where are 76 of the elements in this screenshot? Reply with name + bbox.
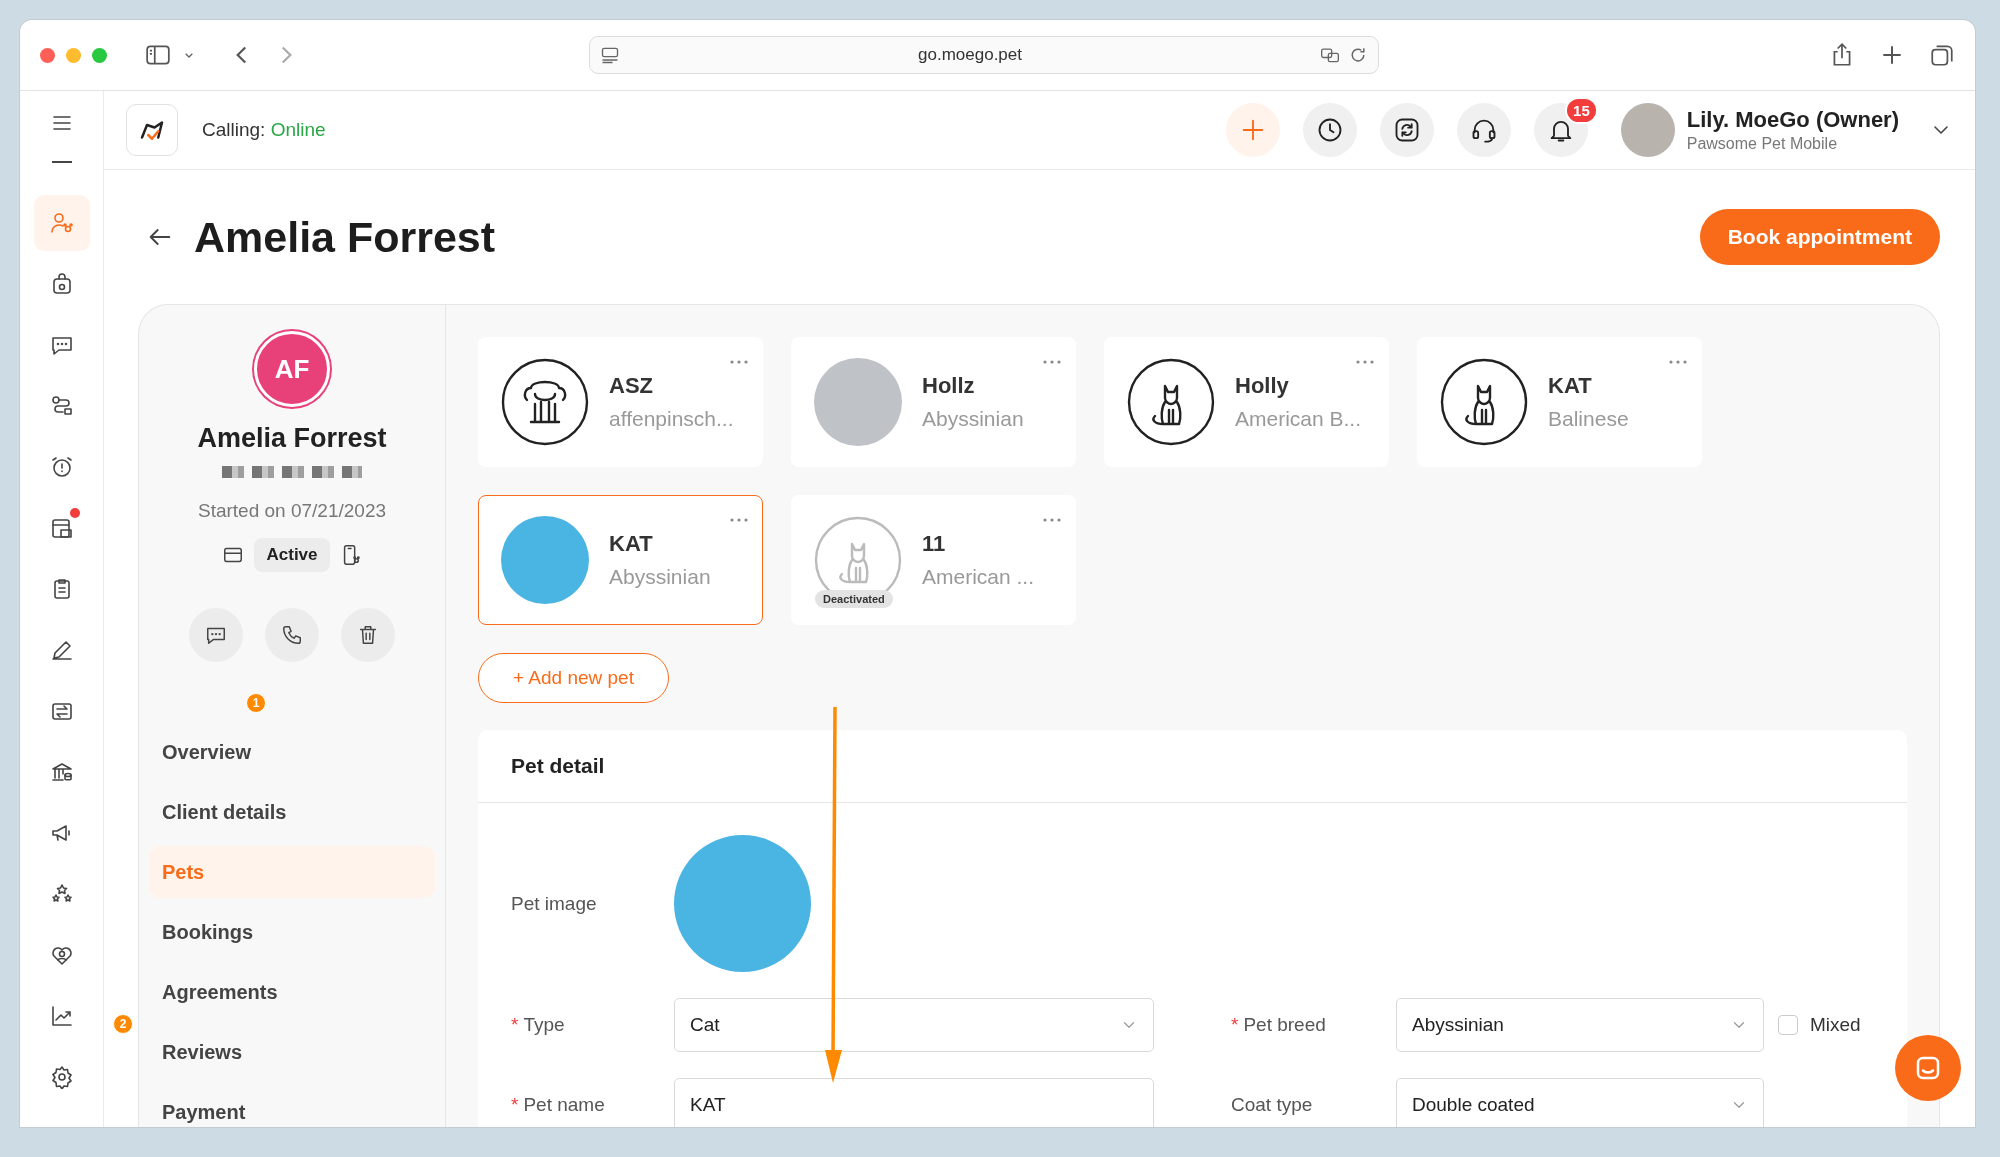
panel-title: Pet detail (478, 730, 1907, 803)
checkbox[interactable] (1778, 1015, 1798, 1035)
more-icon[interactable] (730, 360, 748, 364)
more-icon[interactable] (1356, 360, 1374, 364)
start-date: Started on 07/21/2023 (197, 500, 386, 522)
pet-breed: American B... (1235, 407, 1362, 431)
field-label: * Pet breed (1231, 1014, 1327, 1036)
nav-item[interactable]: Overview (149, 726, 435, 778)
settings-icon (49, 1065, 74, 1089)
select-field[interactable]: Abyssinian (1396, 998, 1764, 1052)
close-button[interactable] (40, 47, 55, 63)
client-icon (49, 211, 74, 235)
page-icon (600, 45, 620, 65)
pet-name: Hollz (922, 373, 976, 399)
status-badge: Deactivated (815, 590, 893, 608)
dog-icon (501, 358, 589, 446)
notification-count: 15 (1565, 97, 1598, 124)
pet-name: 11 (922, 531, 947, 557)
store-icon (49, 516, 74, 540)
chart-icon (49, 1004, 74, 1028)
pet-name: KAT (1548, 373, 1593, 399)
select-field[interactable]: Cat (674, 998, 1154, 1052)
field-label: Pet image (511, 892, 598, 915)
pet-breed: Abyssinian (609, 565, 711, 589)
pet-name: Holly (1235, 373, 1290, 399)
trash-icon (357, 624, 379, 646)
bank-icon (49, 760, 74, 784)
route-icon (49, 394, 74, 418)
more-icon[interactable] (730, 518, 748, 522)
select-field[interactable]: Double coated (1396, 1078, 1764, 1127)
pet-name: ASZ (609, 373, 654, 399)
status-tag: Active (254, 538, 330, 572)
pet-breed: Abyssinian (922, 407, 1024, 431)
pet-breed: Balinese (1548, 407, 1629, 431)
pet-card[interactable]: Holly American B... (1104, 337, 1389, 467)
pet-card[interactable]: KAT Abyssinian (478, 495, 763, 625)
nav-item[interactable]: Agreements (149, 966, 435, 1018)
sidebar-icon[interactable] (145, 42, 171, 68)
cat-icon (1127, 358, 1215, 446)
step-badge: 1 (246, 693, 266, 713)
pet-card[interactable]: Deactivated 11 American ... (791, 495, 1076, 625)
address-bar[interactable]: go.moego.pet (589, 36, 1379, 74)
pet-name: KAT (609, 531, 654, 557)
user-name: Lily. MoeGo (Owner) (1686, 107, 1899, 133)
field-label: * Type (511, 1014, 566, 1036)
nav-item[interactable]: Bookings (149, 906, 435, 958)
nav-item[interactable]: Payment (149, 1086, 435, 1127)
business-name: Pawsome Pet Mobile (1686, 135, 1839, 153)
client-name: Amelia Forrest (197, 423, 387, 454)
pencil-icon (49, 638, 74, 662)
alarm-icon (49, 455, 74, 479)
pet-breed: American ... (922, 565, 1035, 589)
app-logo[interactable] (126, 104, 178, 156)
url-text: go.moego.pet (917, 45, 1023, 65)
page-title: Amelia Forrest (194, 212, 496, 262)
notification-dot (69, 508, 80, 518)
nav-item[interactable]: Client details (149, 786, 435, 838)
pet-card[interactable]: ASZ affenpinsch... (478, 337, 763, 467)
pet-card[interactable]: Hollz Abyssinian (791, 337, 1076, 467)
pet-breed: affenpinsch... (609, 407, 734, 431)
cat-icon (1440, 358, 1528, 446)
more-icon[interactable] (1043, 360, 1061, 364)
field-label: * Pet name (511, 1094, 606, 1116)
calling-status: Calling: Online (202, 119, 326, 141)
client-avatar: AF (254, 331, 330, 407)
input-field[interactable]: KAT (674, 1078, 1154, 1127)
more-icon[interactable] (1043, 518, 1061, 522)
nav-item[interactable]: Reviews (149, 1026, 435, 1078)
phone-icon (281, 624, 303, 646)
field-label: Coat type (1231, 1094, 1314, 1116)
pet-card[interactable]: KAT Balinese (1417, 337, 1702, 467)
mixed-checkbox[interactable]: Mixed (1778, 1014, 1861, 1036)
reload-icon[interactable] (1348, 45, 1368, 65)
step-badge: 2 (113, 1014, 133, 1034)
more-icon[interactable] (1669, 360, 1687, 364)
tabs-overview-icon[interactable] (1929, 42, 1955, 68)
